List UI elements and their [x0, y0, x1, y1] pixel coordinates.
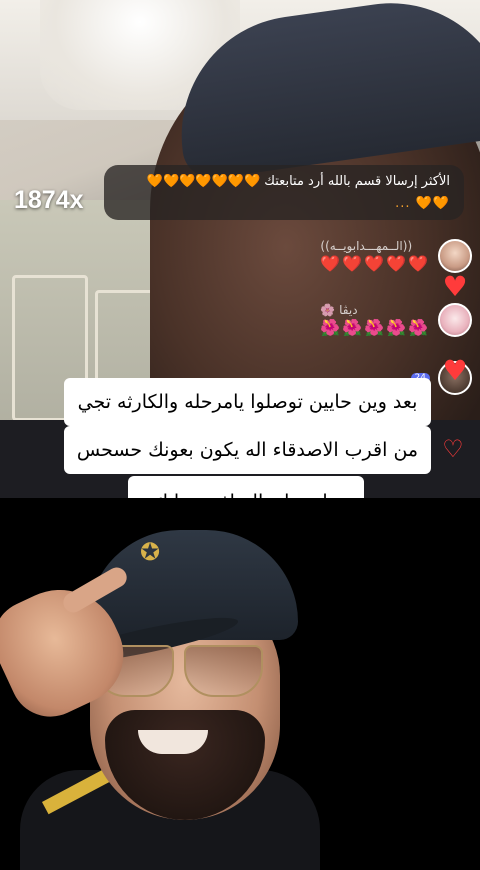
caption-line-1: بعد وين حايين توصلوا يامرحله والكارثه تج… [64, 378, 431, 426]
comment-message: 🌺🌺🌺🌺🌺 [320, 318, 430, 337]
comment-body: ديڤا 🌸 🌺🌺🌺🌺🌺 [320, 302, 430, 338]
gift-multiplier: 1874x [14, 186, 84, 214]
avatar[interactable] [438, 239, 472, 273]
heart-trend-icon[interactable]: ♡ [436, 434, 470, 464]
pinned-comment-text: الأكثر إرسالا قسم بالله أرد متابعتك [264, 174, 450, 189]
comment-message: ❤️❤️❤️❤️❤️ [320, 254, 430, 273]
orange-hearts-trailing: 🧡🧡 ... [395, 196, 450, 211]
comment-body: ((الــمهـــدابويــه)) ❤️❤️❤️❤️❤️ [320, 238, 430, 274]
comment-username: ((الــمهـــدابويــه)) [320, 239, 413, 253]
heart-icon: ♥ [442, 354, 468, 387]
cap-logo-icon: ✪ [139, 538, 161, 566]
orange-hearts: 🧡🧡🧡🧡🧡🧡🧡 [146, 174, 261, 189]
pinned-comment-line: الأكثر إرسالا قسم بالله أرد متابعتك 🧡🧡🧡🧡… [118, 171, 450, 193]
pinned-comment[interactable]: الأكثر إرسالا قسم بالله أرد متابعتك 🧡🧡🧡🧡… [104, 165, 464, 220]
right-lens [184, 645, 263, 697]
avatar[interactable] [438, 303, 472, 337]
caption-line-2: من اقرب الاصدقاء اله يكون بعونك حسحس [64, 426, 431, 474]
comment-item[interactable]: ديڤا 🌸 🌺🌺🌺🌺🌺 [320, 300, 480, 340]
comment-username: ديڤا 🌸 [320, 303, 358, 317]
heart-icon: ♥ [442, 270, 468, 303]
